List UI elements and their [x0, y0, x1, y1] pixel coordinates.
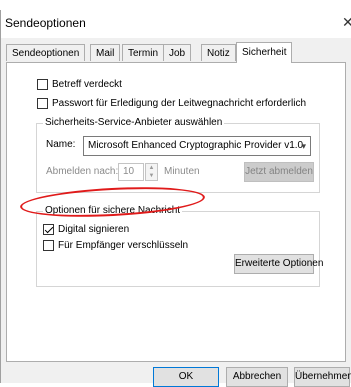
- tab-mail[interactable]: Mail: [90, 44, 121, 61]
- tab-notiz[interactable]: Notiz: [201, 44, 236, 61]
- digital-sign-option[interactable]: Digital signieren: [43, 224, 129, 235]
- encrypt-checkbox[interactable]: [43, 240, 54, 251]
- security-tab-panel: Betreff verdeckt Passwort für Erledigung…: [6, 62, 346, 362]
- digital-sign-checkbox[interactable]: [43, 224, 54, 235]
- betreff-verdeckt-option[interactable]: Betreff verdeckt: [37, 79, 122, 90]
- security-provider-group-label: Sicherheits-Service-Anbieter auswählen: [43, 117, 225, 128]
- spin-up-icon[interactable]: ▲: [146, 164, 157, 172]
- digital-sign-label: Digital signieren: [58, 224, 130, 235]
- tab-job[interactable]: Job: [163, 44, 192, 61]
- secure-message-group-label: Optionen für sichere Nachricht: [43, 205, 183, 216]
- close-icon[interactable]: ✕: [342, 14, 351, 31]
- encrypt-label: Für Empfänger verschlüsseln: [58, 240, 189, 251]
- tab-sicherheit[interactable]: Sicherheit: [236, 42, 293, 63]
- encrypt-option[interactable]: Für Empfänger verschlüsseln: [43, 240, 188, 251]
- apply-button[interactable]: Übernehmen: [294, 367, 351, 387]
- passwort-erforderlich-label: Passwort für Erledigung der Leitwegnachr…: [52, 98, 307, 109]
- title-bar: Sendeoptionen ✕: [1, 10, 351, 38]
- window-title: Sendeoptionen: [5, 16, 86, 30]
- tab-sendeoptionen[interactable]: Sendeoptionen: [6, 44, 86, 61]
- chevron-down-icon: ▾: [301, 141, 306, 151]
- ok-button[interactable]: OK: [153, 367, 219, 387]
- passwort-erforderlich-checkbox[interactable]: [37, 98, 48, 109]
- provider-select[interactable]: Microsoft Enhanced Cryptographic Provide…: [83, 136, 311, 156]
- security-provider-group: Sicherheits-Service-Anbieter auswählen N…: [36, 117, 320, 193]
- logout-now-button[interactable]: Jetzt abmelden: [244, 162, 314, 182]
- spin-down-icon[interactable]: ▼: [146, 172, 157, 180]
- secure-message-group: Optionen für sichere Nachricht Digital s…: [36, 205, 323, 287]
- passwort-erforderlich-option[interactable]: Passwort für Erledigung der Leitwegnachr…: [37, 98, 306, 109]
- logout-minutes-input[interactable]: 10: [118, 163, 144, 181]
- cancel-button[interactable]: Abbrechen: [226, 367, 288, 387]
- betreff-verdeckt-label: Betreff verdeckt: [52, 79, 122, 90]
- minutes-label: Minuten: [164, 166, 200, 177]
- provider-select-value: Microsoft Enhanced Cryptographic Provide…: [88, 140, 304, 151]
- send-options-dialog: Sendeoptionen ✕ Sendeoptionen Mail Termi…: [0, 10, 351, 387]
- advanced-options-button[interactable]: Erweiterte Optionen: [234, 254, 323, 274]
- tab-termin[interactable]: Termin: [122, 44, 165, 61]
- logout-after-label: Abmelden nach:: [46, 166, 119, 177]
- betreff-verdeckt-checkbox[interactable]: [37, 79, 48, 90]
- logout-minutes-spinner[interactable]: ▲ ▼: [145, 163, 158, 181]
- provider-name-label: Name:: [46, 139, 76, 150]
